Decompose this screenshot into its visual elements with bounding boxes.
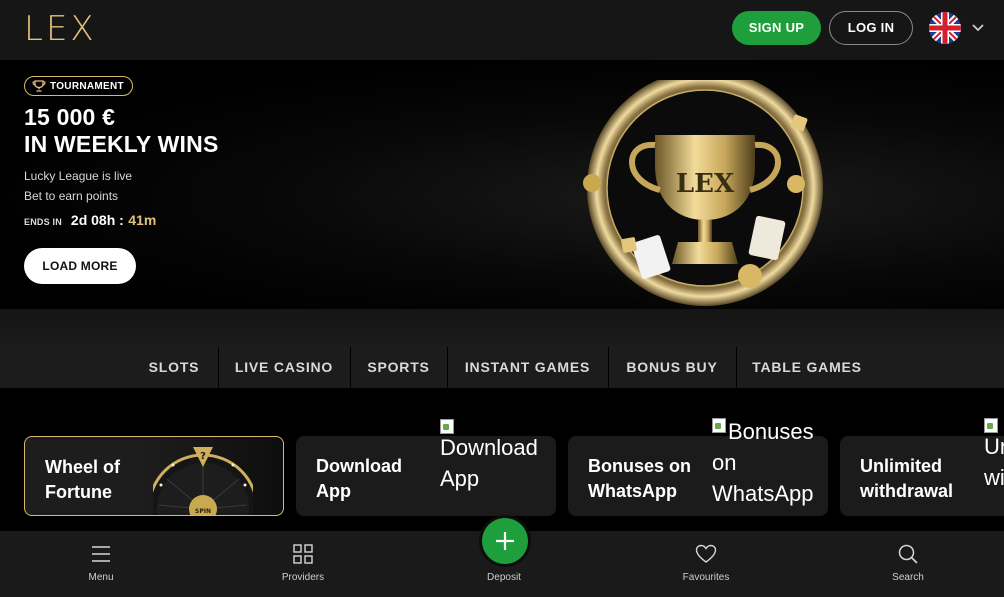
- site-header: LEX SIGN UP LOG IN: [0, 0, 1004, 60]
- hero-title-text: IN WEEKLY WINS: [24, 131, 219, 157]
- fortune-wheel-image: SPIN ?: [153, 447, 253, 515]
- spin-label: SPIN: [195, 508, 211, 515]
- promo-card-wheel-of-fortune[interactable]: Wheel of Fortune SPIN ?: [24, 436, 284, 516]
- image-alt-text-line2: on: [712, 450, 737, 475]
- category-divider: [736, 347, 737, 388]
- lex-logo[interactable]: LEX: [24, 10, 97, 48]
- countdown-value: 2d 08h : 41m: [71, 212, 156, 230]
- hero-title: 15 000 € IN WEEKLY WINS: [24, 104, 219, 158]
- search-icon: [898, 544, 918, 564]
- promo-title-line1: Download: [316, 456, 402, 476]
- nav-favourites-label: Favourites: [682, 572, 730, 583]
- countdown-days-hours: 2d 08h :: [70, 212, 124, 228]
- image-alt-text-line3: WhatsApp: [712, 481, 814, 506]
- promo-title-line2: withdrawal: [860, 481, 954, 501]
- broken-image-icon: [984, 418, 998, 433]
- countdown-label: ENDS IN: [24, 217, 62, 227]
- promo-card-unlimited-withdrawal[interactable]: Unlimited withdrawal: [840, 436, 1004, 516]
- image-alt-text-line2: wi: [984, 465, 1004, 490]
- promo-title-line1: Bonuses on: [588, 456, 692, 476]
- promo-title-line2: App: [316, 481, 351, 501]
- countdown: ENDS IN 2d 08h : 41m: [24, 212, 156, 230]
- hero-subtitle: Lucky League is live Bet to earn points: [24, 166, 132, 206]
- hamburger-menu-icon: [92, 546, 110, 562]
- promo-title-line2: Fortune: [45, 482, 112, 502]
- nav-favourites[interactable]: Favourites: [646, 531, 766, 597]
- broken-image-icon: [712, 418, 726, 433]
- divider-strip: [0, 309, 1004, 347]
- promo-title: Bonuses on WhatsApp: [588, 454, 691, 504]
- uk-flag-icon: [929, 12, 961, 44]
- category-bonus-buy[interactable]: BONUS BUY: [610, 347, 734, 388]
- tournament-badge: TOURNAMENT: [24, 76, 133, 96]
- sign-up-button[interactable]: SIGN UP: [732, 11, 821, 45]
- heart-icon: [695, 544, 717, 563]
- category-table-games[interactable]: TABLE GAMES: [738, 347, 876, 388]
- promo-title: Unlimited withdrawal: [860, 454, 953, 504]
- category-divider: [608, 347, 609, 388]
- promo-title-line2: WhatsApp: [588, 481, 677, 501]
- deposit-button[interactable]: [482, 518, 528, 564]
- load-more-button[interactable]: LOAD MORE: [24, 248, 136, 284]
- promo-title-line1: Wheel of: [45, 457, 120, 477]
- category-divider: [447, 347, 448, 388]
- category-sports[interactable]: SPORTS: [352, 347, 445, 388]
- nav-search-label: Search: [892, 572, 924, 583]
- broken-image-icon: [440, 419, 454, 434]
- broken-image-download-app: Download App: [440, 417, 538, 494]
- category-divider: [350, 347, 351, 388]
- category-slots[interactable]: SLOTS: [133, 347, 215, 388]
- promo-title: Wheel of Fortune: [45, 455, 120, 505]
- nav-providers[interactable]: Providers: [243, 531, 363, 597]
- language-selector[interactable]: [929, 12, 989, 44]
- tournament-banner: TOURNAMENT 15 000 € IN WEEKLY WINS Lucky…: [0, 60, 1004, 309]
- svg-text:?: ?: [200, 451, 206, 462]
- nav-menu[interactable]: Menu: [41, 531, 161, 597]
- promo-carousel: Wheel of Fortune SPIN ? Download App Dow…: [0, 388, 1004, 531]
- promo-title-line1: Unlimited: [860, 456, 943, 476]
- category-nav: SLOTS LIVE CASINO SPORTS INSTANT GAMES B…: [0, 347, 1004, 388]
- trophy-icon: [32, 80, 46, 92]
- image-alt-text-line2: App: [440, 466, 480, 491]
- nav-deposit-label: Deposit: [487, 572, 521, 583]
- image-alt-text-line1: Download: [440, 435, 538, 460]
- category-divider: [218, 347, 219, 388]
- badge-label: TOURNAMENT: [50, 80, 124, 92]
- chevron-down-icon: [972, 24, 984, 32]
- log-in-button[interactable]: LOG IN: [829, 11, 913, 45]
- broken-image-unlimited-withdrawal: Un wi: [984, 416, 1004, 493]
- promo-title: Download App: [316, 454, 402, 504]
- category-live-casino[interactable]: LIVE CASINO: [220, 347, 348, 388]
- image-alt-text-line1: Bonuses: [728, 419, 814, 444]
- hero-subtitle-line2: Bet to earn points: [24, 189, 119, 203]
- nav-search[interactable]: Search: [848, 531, 968, 597]
- category-instant-games[interactable]: INSTANT GAMES: [449, 347, 606, 388]
- broken-image-bonuses-whatsapp: Bonuses on WhatsApp: [712, 416, 814, 509]
- nav-providers-label: Providers: [281, 572, 325, 583]
- countdown-minutes: 41m: [128, 212, 157, 228]
- hero-subtitle-line1: Lucky League is live: [24, 169, 133, 183]
- nav-menu-label: Menu: [88, 572, 114, 583]
- image-alt-text-line1: Un: [984, 434, 1004, 459]
- trophy-illustration: LEX: [565, 80, 845, 309]
- trophy-engraving: LEX: [676, 169, 735, 199]
- plus-icon: [496, 532, 514, 550]
- hero-title-amount: 15 000 €: [24, 104, 116, 130]
- grid-icon: [293, 544, 313, 564]
